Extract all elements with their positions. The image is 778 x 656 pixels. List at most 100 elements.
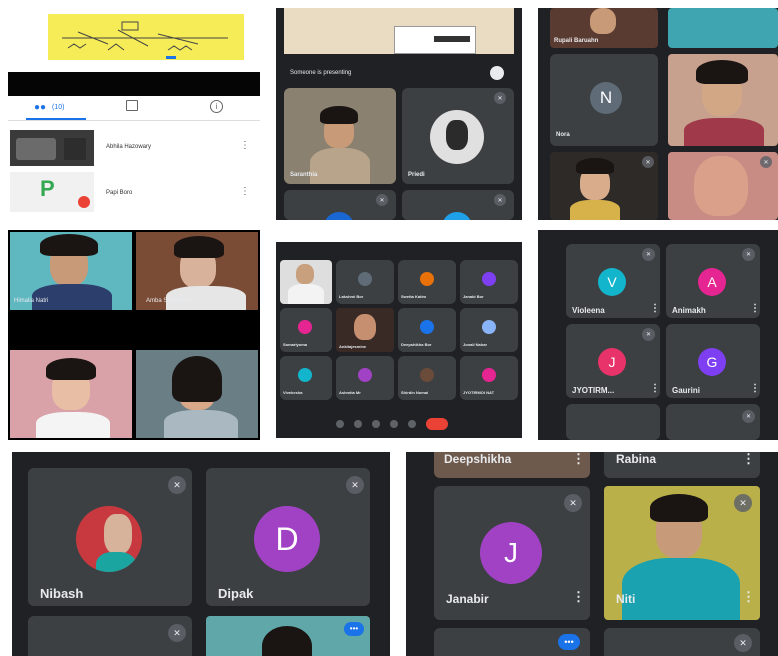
mic-off-icon: ✕ [642,156,654,168]
video-tile[interactable]: ✕ [28,616,192,656]
end-call-icon[interactable] [426,418,448,430]
video-tile[interactable]: JYOTIRMOI NAT [460,356,518,400]
present-icon[interactable] [490,66,504,80]
participant-name: Priedi [408,172,425,178]
participant-name: Vivekesha [283,390,303,395]
avatar-letter: D [275,520,299,557]
participant-name: Niti [616,592,636,606]
mic-off-icon: ✕ [742,248,755,261]
video-tile[interactable]: ✕ Niti ⋮ [604,486,760,620]
video-tile[interactable]: J ✕ Janabir ⋮ [434,486,590,620]
participant-row[interactable]: P Papi Boro ⋮ [8,170,260,214]
avatar-letter: N [599,88,613,107]
video-tile[interactable]: Himalia Natri [10,232,132,310]
video-tile[interactable]: ✕ [284,190,396,220]
mic-off-icon: ✕ [494,92,506,104]
captions-icon[interactable] [372,420,380,428]
mic-off-icon: ✕ [642,248,655,261]
video-tile[interactable]: V ✕ Violeena ⋮ [566,244,660,318]
video-tile[interactable]: Lakshmi Bor [336,260,394,304]
more-icon[interactable] [408,420,416,428]
black-bar [8,72,260,96]
video-tile[interactable]: Rupali Baruahn [550,8,658,48]
mic-off-icon: ✕ [376,194,388,206]
more-vert-icon[interactable]: ⋮ [650,304,660,314]
shared-screen [284,8,514,54]
video-tile[interactable]: D ✕ Dipak [206,468,370,606]
more-vert-icon[interactable]: ⋮ [750,304,760,314]
mic-off-icon: ✕ [168,624,186,642]
more-vert-icon[interactable]: ⋮ [742,590,755,603]
mic-icon[interactable] [336,420,344,428]
participant-name: Violeena [572,306,605,315]
tab-people[interactable]: ●● (10) [26,100,86,120]
participant-name: Janabir [446,592,489,606]
participant-row[interactable]: Abhila Hazowary ⋮ [8,126,260,166]
participant-name: Jonali Nahar [463,342,488,347]
screenshot-gallery-grid: Lakshmi Bor Swetta Katim Janabi Bor Soma… [276,242,522,438]
video-tile[interactable] [668,8,778,48]
participant-thumbnail [10,130,94,166]
chat-icon[interactable] [126,100,138,111]
mic-off-icon: ✕ [168,476,186,494]
video-tile[interactable]: ✕ [668,152,778,220]
more-vert-icon[interactable]: ⋮ [742,452,755,465]
mic-off-icon: ✕ [642,328,655,341]
more-vert-icon[interactable]: ⋮ [572,590,585,603]
video-tile[interactable] [10,350,132,438]
more-vert-icon[interactable]: ⋮ [572,452,585,465]
screenshot-gallery-3: Rupali Baruahn N Nora ✕ ✕ [538,8,778,220]
video-tile[interactable] [668,54,778,146]
more-vert-icon[interactable]: ⋮ [240,140,250,151]
video-tile[interactable]: A ✕ Animakh ⋮ [666,244,760,318]
video-tile[interactable]: Vivekesha [280,356,332,400]
participant-name: Ashmita Mr [339,390,361,395]
video-tile[interactable] [566,404,660,440]
video-tile[interactable]: Saranthia [284,88,396,184]
participant-name: Himalia Natri [14,298,49,304]
video-tile[interactable]: N Nora [550,54,658,146]
avatar-letter: G [706,354,718,370]
video-tile[interactable]: Swetta Katim [398,260,456,304]
avatar-letter: J [504,537,518,568]
video-tile[interactable] [280,260,332,304]
video-tile[interactable]: Janabi Bor [460,260,518,304]
camera-icon[interactable] [354,420,362,428]
control-bar [326,418,476,430]
present-icon[interactable] [390,420,398,428]
participant-name: Animakh [672,306,706,315]
video-tile[interactable]: Amba Swargiary [136,232,258,310]
video-tile[interactable]: Shirdin Nomai [398,356,456,400]
video-tile[interactable]: ✕ Priedi [402,88,514,184]
more-vert-icon[interactable]: ⋮ [650,384,660,394]
video-tile[interactable] [136,350,258,438]
participant-name: Deepshikha [444,452,512,466]
video-tile[interactable]: ✕ [604,628,760,656]
video-tile[interactable]: Rabina ⋮ [604,452,760,478]
avatar: J [598,348,626,376]
video-tile[interactable]: Somariyoma [280,308,332,352]
avatar: V [598,268,626,296]
video-tile[interactable]: ••• [434,628,590,656]
profile-photo-avatar [76,506,142,572]
avatar-letter: J [608,354,616,370]
video-tile[interactable]: ✕ [550,152,658,220]
video-tile[interactable]: J ✕ JYOTIRM... ⋮ [566,324,660,398]
video-tile[interactable]: Deepshikha ⋮ [434,452,590,478]
video-tile[interactable]: Jonali Nahar [460,308,518,352]
avatar: J [480,522,542,584]
people-icon: ●● [34,102,47,113]
mic-off-icon: ✕ [494,194,506,206]
video-tile[interactable]: ••• [206,616,370,656]
video-tile[interactable]: Deepshikha Bor [398,308,456,352]
more-vert-icon[interactable]: ⋮ [750,384,760,394]
video-tile[interactable]: Ashmita Mr [336,356,394,400]
video-tile[interactable]: ✕ [402,190,514,220]
video-tile[interactable]: Ankitajesmine [336,308,394,352]
video-tile[interactable]: ✕ Nibash [28,468,192,606]
more-vert-icon[interactable]: ⋮ [240,186,250,197]
video-tile[interactable]: ✕ [666,404,760,440]
info-icon[interactable]: i [210,100,223,113]
video-tile[interactable]: G Gaurini ⋮ [666,324,760,398]
participant-name: JYOTIRM... [572,386,615,395]
